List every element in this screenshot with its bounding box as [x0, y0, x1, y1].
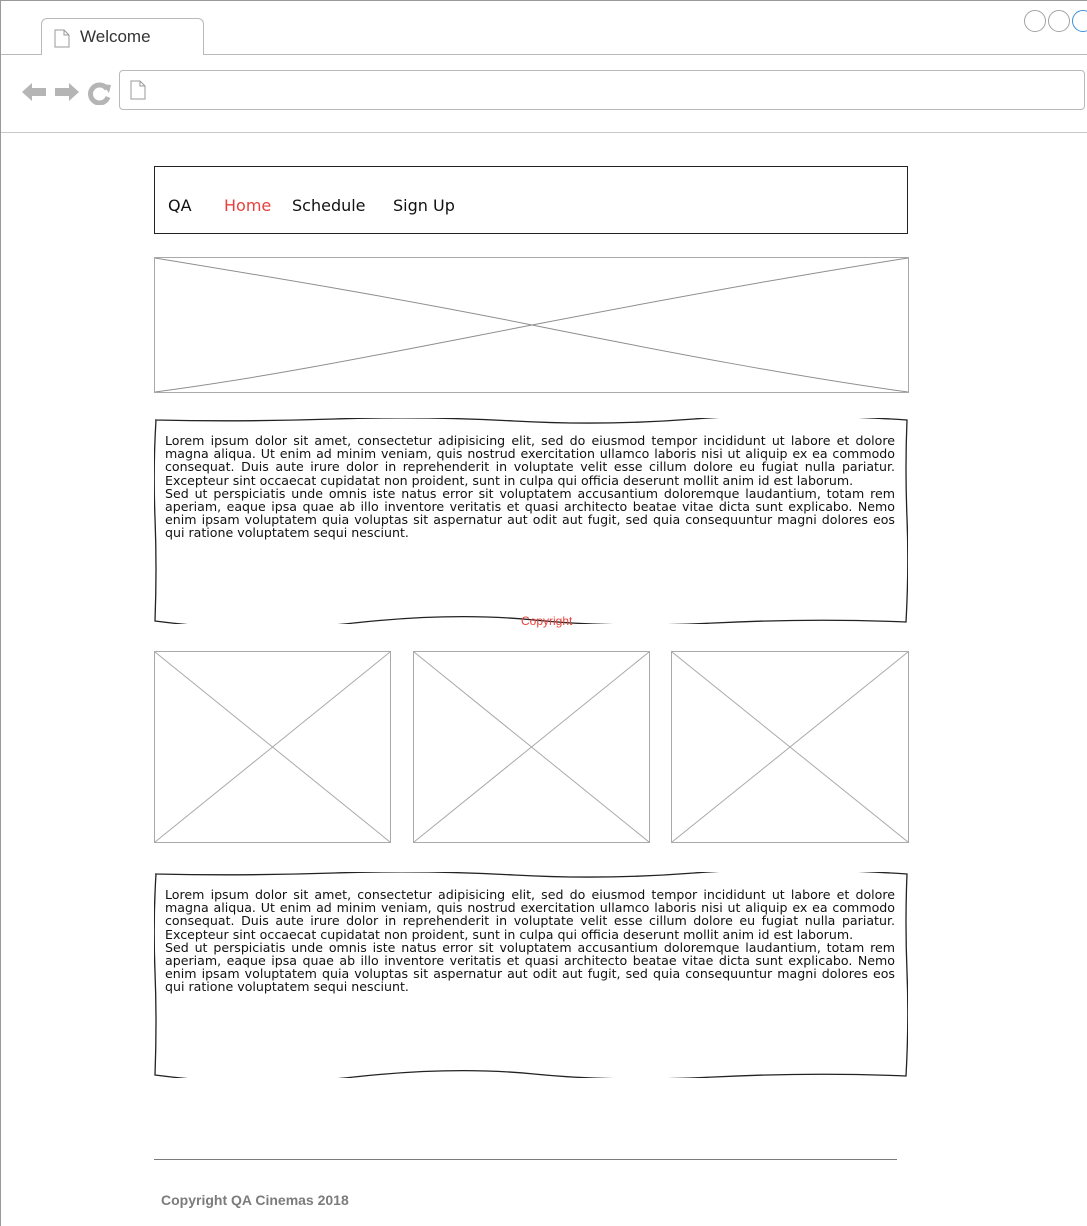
nav-link-sign-up[interactable]: Sign Up	[393, 196, 455, 215]
image-placeholder-icon	[155, 652, 390, 842]
paragraph: Lorem ipsum dolor sit amet, consectetur …	[165, 887, 895, 942]
site-navbar: QA Home Schedule Sign Up	[154, 166, 908, 234]
thumbnail-placeholder-3	[671, 651, 909, 843]
image-placeholder-icon	[672, 652, 908, 842]
text-block-1-content: Lorem ipsum dolor sit amet, consectetur …	[165, 434, 895, 540]
address-bar[interactable]	[119, 70, 1085, 110]
reload-icon[interactable]	[88, 81, 112, 109]
footer-copyright: Copyright QA Cinemas 2018	[161, 1192, 349, 1208]
paragraph: Sed ut perspiciatis unde omnis iste natu…	[165, 939, 895, 995]
back-arrow-icon[interactable]	[21, 81, 47, 107]
paragraph: Lorem ipsum dolor sit amet, consectetur …	[165, 433, 895, 488]
thumbnail-placeholder-1	[154, 651, 391, 843]
browser-tab[interactable]: Welcome	[41, 18, 204, 55]
hero-image-placeholder	[154, 257, 909, 393]
nav-link-home[interactable]: Home	[224, 196, 271, 215]
text-block-2-content: Lorem ipsum dolor sit amet, consectetur …	[165, 888, 895, 994]
thumbnail-placeholder-2	[413, 651, 650, 843]
text-block-1: Lorem ipsum dolor sit amet, consectetur …	[154, 418, 908, 624]
brand-logo-text[interactable]: QA	[168, 196, 192, 215]
forward-arrow-icon[interactable]	[54, 81, 80, 107]
browser-toolbar	[1, 55, 1087, 133]
tab-title: Welcome	[80, 27, 151, 46]
tab-bar: Welcome	[1, 1, 1087, 55]
browser-window: Welcome QA Home Schedule Sign Up Lorem i…	[0, 0, 1087, 1226]
paragraph: Sed ut perspiciatis unde omnis iste natu…	[165, 485, 895, 541]
footer-divider	[154, 1159, 897, 1160]
page-icon	[54, 29, 70, 52]
image-placeholder-icon	[155, 258, 908, 392]
nav-link-schedule[interactable]: Schedule	[292, 196, 366, 215]
window-control-circle-icon[interactable]	[1072, 10, 1087, 32]
inline-copyright-text: Copyright	[521, 614, 573, 628]
window-control-circle-icon[interactable]	[1048, 10, 1070, 32]
image-placeholder-icon	[414, 652, 649, 842]
page-icon	[130, 80, 146, 104]
window-control-circle-icon[interactable]	[1024, 10, 1046, 32]
text-block-2: Lorem ipsum dolor sit amet, consectetur …	[154, 872, 908, 1078]
window-controls	[1024, 10, 1087, 32]
